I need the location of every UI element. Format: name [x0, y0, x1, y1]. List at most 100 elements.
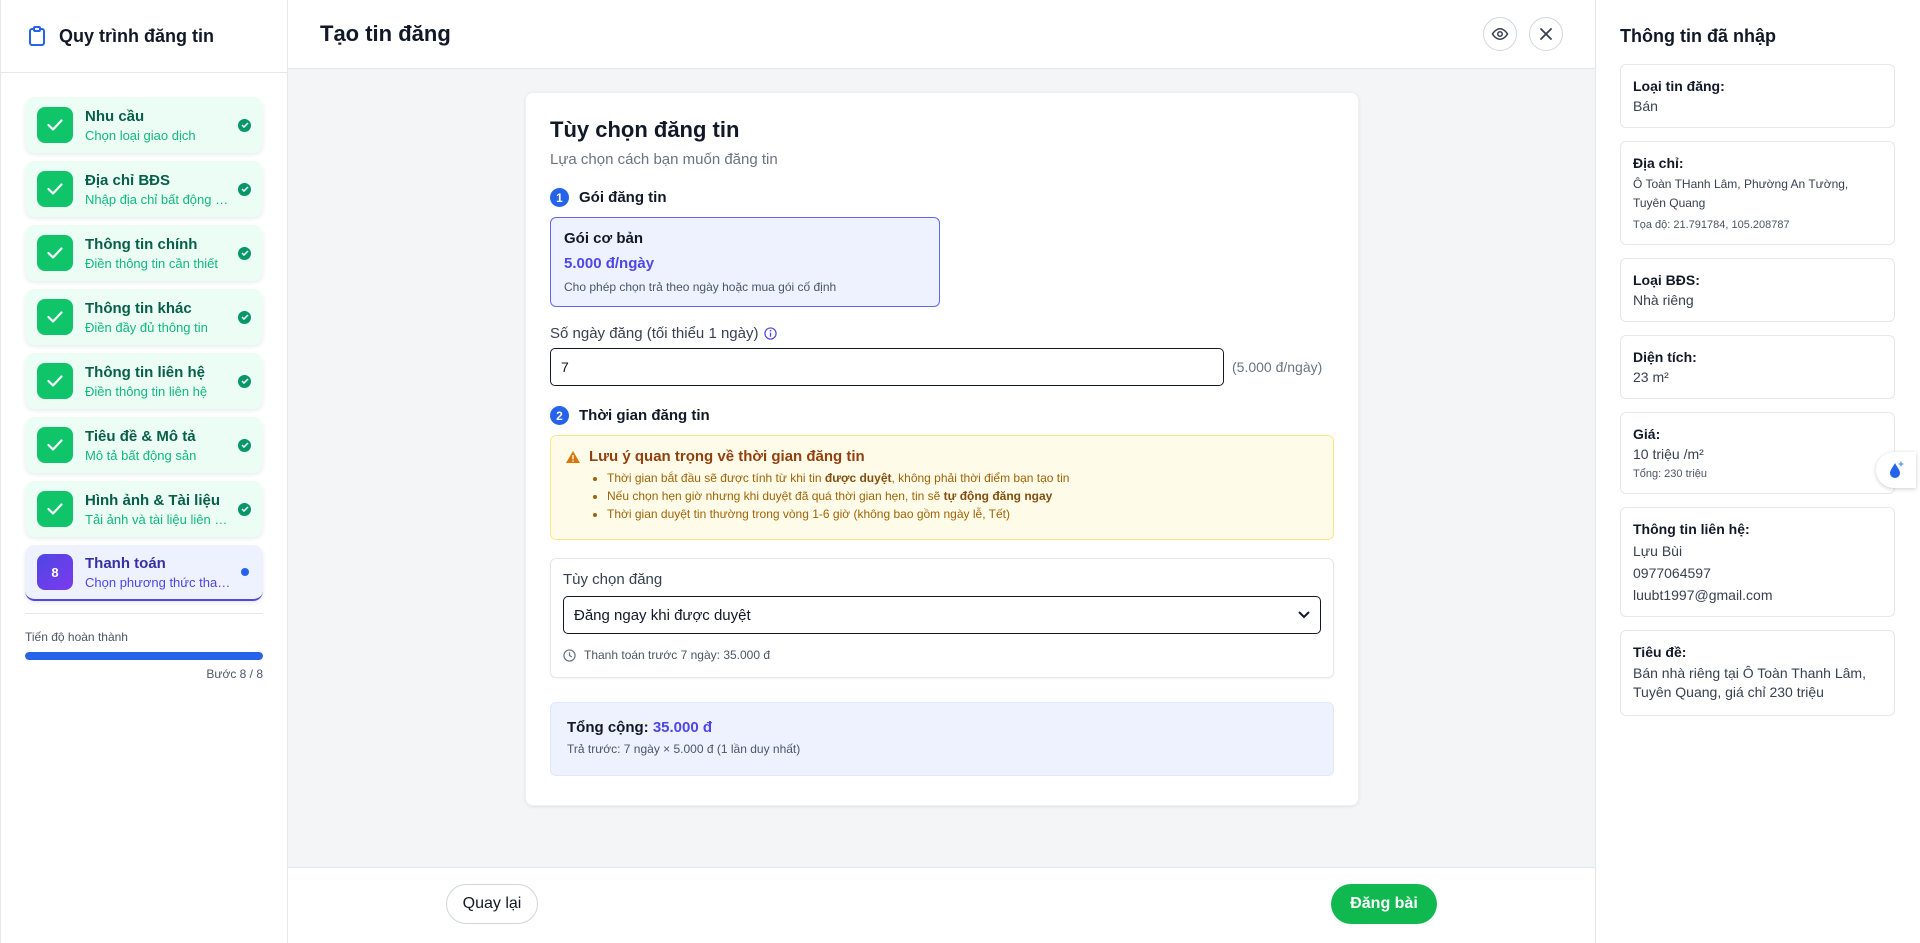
- clipboard-icon: [27, 25, 47, 47]
- summary-address: Địa chỉ: Ô Toàn THanh Lâm, Phường An Tườ…: [1620, 141, 1895, 245]
- summary-price-total: Tổng: 230 triệu: [1633, 468, 1707, 480]
- step-title: Thanh toán: [85, 554, 166, 572]
- progress-bar: [25, 652, 263, 660]
- days-input[interactable]: [550, 348, 1224, 386]
- post-button[interactable]: Đăng bài: [1331, 884, 1437, 924]
- step-title: Tiêu đề & Mô tả: [85, 427, 196, 445]
- completed-check-icon: [238, 310, 251, 324]
- warning-item-emphasis: được duyệt: [824, 471, 892, 485]
- progress-label: Tiến độ hoàn thành: [25, 630, 128, 644]
- summary-key: Tiêu đề:: [1633, 644, 1687, 660]
- check-icon: [47, 439, 63, 451]
- completed-check-icon: [238, 502, 251, 516]
- step-text: Thông tin chính Điền thông tin cần thiết: [85, 236, 230, 271]
- step-badge: [37, 299, 73, 335]
- page-title: Tạo tin đăng: [320, 21, 451, 46]
- section-title: Gói đăng tin: [579, 189, 667, 206]
- step-item[interactable]: Thông tin chính Điền thông tin cần thiết: [25, 225, 263, 281]
- step-item[interactable]: Hình ảnh & Tài liệu Tải ảnh và tài liệu …: [25, 481, 263, 537]
- posting-option-label: Tùy chọn đăng: [563, 571, 663, 588]
- step-item[interactable]: Địa chỉ BĐS Nhập địa chỉ bất động sản: [25, 161, 263, 217]
- step-item[interactable]: 8 Thanh toán Chọn phương thức thanh toán: [25, 545, 263, 601]
- completed-check-icon: [238, 438, 251, 452]
- payment-note-text: Thanh toán trước 7 ngày: 35.000 đ: [584, 648, 771, 662]
- sidebar-title: Quy trình đăng tin: [59, 25, 214, 46]
- summary-key: Giá:: [1633, 426, 1661, 442]
- warning-item: Thời gian duyệt tin thường trong vòng 1-…: [607, 507, 1319, 521]
- summary-title: Thông tin đã nhập: [1620, 26, 1776, 46]
- step-list: Nhu cầu Chọn loại giao dịch Địa chỉ BĐS …: [1, 73, 287, 601]
- close-button[interactable]: [1529, 17, 1563, 51]
- check-icon: [47, 247, 63, 259]
- package-description: Cho phép chọn trả theo ngày hoặc mua gói…: [564, 280, 837, 294]
- check-icon: [47, 375, 63, 387]
- summary-panel: Thông tin đã nhập Loại tin đăng: Bán Địa…: [1595, 0, 1920, 943]
- step-subtitle: Nhập địa chỉ bất động sản: [85, 191, 230, 207]
- warning-list: Thời gian bắt đầu sẽ được tính từ khi ti…: [565, 471, 1319, 521]
- step-subtitle: Chọn phương thức thanh toán: [85, 574, 231, 590]
- check-icon: [47, 119, 63, 131]
- summary-key: Diện tích:: [1633, 349, 1697, 365]
- warning-box: Lưu ý quan trọng về thời gian đăng tin T…: [550, 435, 1334, 540]
- back-button[interactable]: Quay lại: [446, 884, 538, 924]
- package-option-basic[interactable]: Gói cơ bản 5.000 đ/ngày Cho phép chọn tr…: [550, 217, 940, 307]
- summary-value: Bán nhà riêng tại Ô Toàn Thanh Lâm, Tuyê…: [1633, 665, 1866, 700]
- section-title: Thời gian đăng tin: [579, 407, 710, 424]
- step-text: Địa chỉ BĐS Nhập địa chỉ bất động sản: [85, 172, 230, 207]
- package-price: 5.000 đ/ngày: [564, 255, 655, 272]
- days-input-row: (5.000 đ/ngày): [550, 348, 1334, 386]
- clock-icon: [563, 648, 576, 662]
- step-subtitle: Điền đầy đủ thông tin: [85, 319, 208, 335]
- check-icon: [47, 311, 63, 323]
- step-subtitle: Điền thông tin liên hệ: [85, 383, 208, 399]
- info-icon[interactable]: [764, 327, 778, 340]
- posting-option-select[interactable]: Đăng ngay khi được duyệt: [563, 596, 1321, 634]
- step-title: Nhu cầu: [85, 107, 145, 125]
- step-badge: [37, 363, 73, 399]
- step-item[interactable]: Tiêu đề & Mô tả Mô tả bất động sản: [25, 417, 263, 473]
- posting-option-value: Đăng ngay khi được duyệt: [574, 606, 751, 624]
- warning-item-emphasis: tự động đăng ngay: [943, 489, 1053, 503]
- step-title: Địa chỉ BĐS: [85, 171, 171, 189]
- step-badge: [37, 171, 73, 207]
- summary-area: Diện tích: 23 m²: [1620, 335, 1895, 399]
- warning-item: Thời gian bắt đầu sẽ được tính từ khi ti…: [607, 471, 1319, 485]
- contact-email: luubt1997@gmail.com: [1633, 587, 1773, 603]
- step-item[interactable]: Thông tin khác Điền đầy đủ thông tin: [25, 289, 263, 345]
- summary-key: Loại BĐS:: [1633, 272, 1700, 288]
- summary-key: Địa chỉ:: [1633, 155, 1684, 171]
- summary-coordinates: Tọa độ: 21.791784, 105.208787: [1633, 219, 1790, 231]
- step-subtitle: Mô tả bất động sản: [85, 447, 197, 463]
- card-subtitle: Lựa chọn cách bạn muốn đăng tin: [550, 151, 778, 168]
- total-detail: Trả trước: 7 ngày × 5.000 đ (1 lần duy n…: [567, 742, 801, 756]
- section-time: 2 Thời gian đăng tin: [550, 406, 1334, 425]
- step-text: Thông tin liên hệ Điền thông tin liên hệ: [85, 364, 230, 399]
- current-step-dot: [241, 568, 249, 576]
- package-name: Gói cơ bản: [564, 230, 644, 247]
- water-drop-icon: [1890, 461, 1904, 478]
- step-item[interactable]: Nhu cầu Chọn loại giao dịch: [25, 97, 263, 153]
- warning-item-text-end: , không phải thời điểm bạn tạo tin: [891, 471, 1070, 485]
- step-text: Thông tin khác Điền đầy đủ thông tin: [85, 300, 230, 335]
- total-amount: 35.000 đ: [652, 719, 713, 736]
- main-header: Tạo tin đăng: [288, 0, 1595, 69]
- sidebar-header: Quy trình đăng tin: [1, 0, 287, 73]
- warning-item-text: Thời gian bắt đầu sẽ được tính từ khi ti…: [607, 471, 825, 485]
- summary-price: Giá: 10 triệu /m² Tổng: 230 triệu: [1620, 412, 1895, 494]
- summary-value: 23 m²: [1633, 369, 1669, 385]
- total-label: Tổng cộng:: [567, 719, 649, 736]
- step-text: Nhu cầu Chọn loại giao dịch: [85, 108, 230, 143]
- step-item[interactable]: Thông tin liên hệ Điền thông tin liên hệ: [25, 353, 263, 409]
- summary-key: Loại tin đăng:: [1633, 78, 1725, 94]
- step-badge: 8: [37, 554, 73, 590]
- main-area: Tạo tin đăng Tùy chọn đăng tin Lựa chọn …: [288, 0, 1595, 943]
- preview-button[interactable]: [1483, 17, 1517, 51]
- chevron-down-icon: [1298, 611, 1310, 619]
- step-badge: [37, 107, 73, 143]
- step-title: Hình ảnh & Tài liệu: [85, 491, 221, 509]
- summary-value: Nhà riêng: [1633, 292, 1694, 308]
- warning-title: Lưu ý quan trọng về thời gian đăng tin: [589, 448, 865, 465]
- section-number: 1: [550, 188, 569, 207]
- floating-assistant-button[interactable]: [1876, 452, 1916, 488]
- step-title: Thông tin liên hệ: [85, 363, 205, 381]
